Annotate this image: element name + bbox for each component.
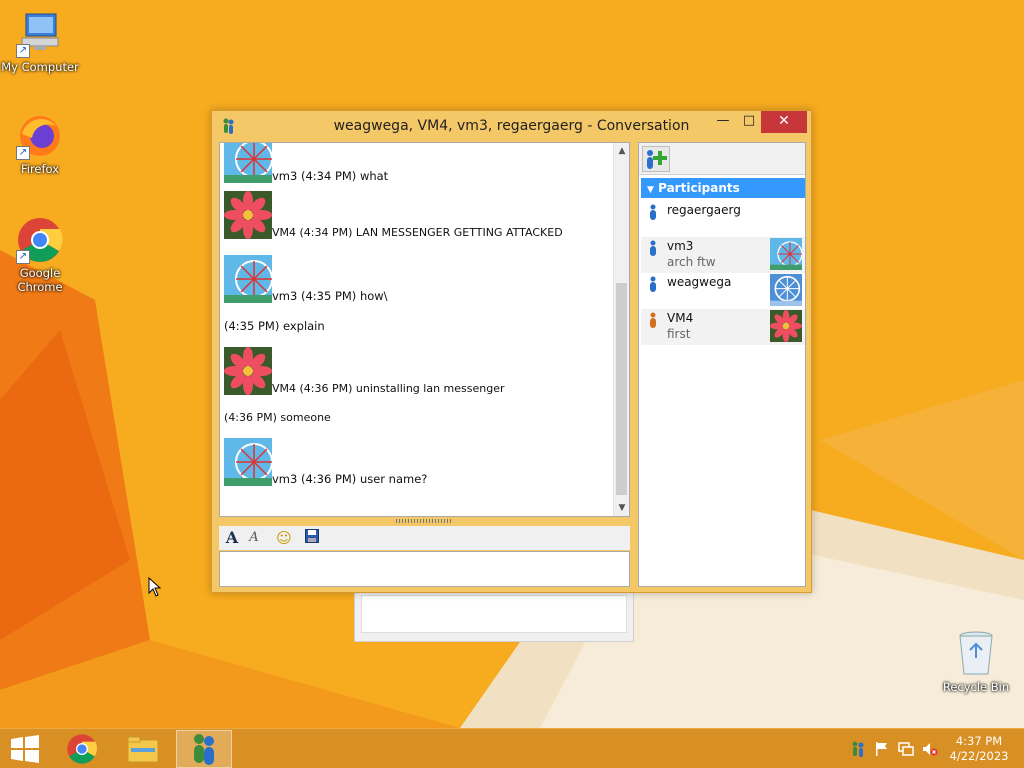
message-row: vm3 (4:36 PM) user name? xyxy=(224,438,427,486)
scrollbar-thumb[interactable] xyxy=(616,283,627,495)
chat-history[interactable]: vm3 (4:34 PM) what VM4 (4:34 PM) LAN MES… xyxy=(219,142,630,517)
message-text: VM4 (4:34 PM) LAN MESSENGER GETTING ATTA… xyxy=(272,226,563,239)
start-button[interactable] xyxy=(0,730,56,768)
participant-note: first xyxy=(667,327,691,341)
chrome-icon: ↗ xyxy=(16,216,64,264)
message-input[interactable] xyxy=(219,551,630,587)
participant-vm3[interactable]: vm3 arch ftw xyxy=(641,237,805,273)
participant-avatar xyxy=(770,274,802,306)
desktop-icon-recycle-bin[interactable]: Recycle Bin xyxy=(940,630,1012,694)
user-status-icon xyxy=(650,276,656,292)
save-button[interactable] xyxy=(303,529,321,547)
minimize-button[interactable]: — xyxy=(710,111,736,133)
folder-icon xyxy=(127,736,159,763)
add-participant-button[interactable] xyxy=(642,146,670,172)
desktop-icon-firefox[interactable]: ↗ Firefox xyxy=(0,112,80,176)
font-button[interactable]: A xyxy=(223,529,241,547)
desktop-icon-label: Firefox xyxy=(20,162,60,176)
splitter-handle[interactable] xyxy=(396,519,452,523)
taskbar-chrome[interactable] xyxy=(56,730,112,768)
message-continuation: (4:35 PM) explain xyxy=(224,319,325,333)
message-row: VM4 (4:36 PM) uninstalling lan messenger xyxy=(224,347,505,395)
taskbar: 4:37 PM 4/22/2023 xyxy=(0,728,1024,768)
avatar-ferris-wheel xyxy=(224,438,272,486)
user-status-icon xyxy=(650,312,656,328)
avatar-flower xyxy=(224,347,272,395)
message-row: VM4 (4:34 PM) LAN MESSENGER GETTING ATTA… xyxy=(224,191,563,239)
network-icon[interactable] xyxy=(898,741,914,757)
taskbar-file-explorer[interactable] xyxy=(116,730,172,768)
avatar-ferris-wheel xyxy=(224,143,272,183)
participant-avatar xyxy=(770,238,802,270)
save-icon xyxy=(305,529,319,543)
desktop-icon-label: Google Chrome xyxy=(17,266,63,294)
chat-scrollbar[interactable]: ▲ ▼ xyxy=(613,143,629,516)
lan-messenger-icon xyxy=(194,734,214,765)
participant-regaergaerg[interactable]: regaergaerg xyxy=(641,201,805,237)
firefox-icon: ↗ xyxy=(16,112,64,160)
background-window-content xyxy=(361,595,627,633)
participant-vm4[interactable]: VM4 first xyxy=(641,309,805,345)
participants-header-label: Participants xyxy=(658,181,740,195)
participant-avatar xyxy=(770,310,802,342)
scroll-up-icon[interactable]: ▲ xyxy=(614,143,629,159)
shortcut-arrow-icon: ↗ xyxy=(16,44,30,58)
message-row: vm3 (4:35 PM) how\ xyxy=(224,255,388,303)
user-status-icon xyxy=(650,204,656,220)
message-text: vm3 (4:34 PM) what xyxy=(272,169,389,183)
shortcut-arrow-icon: ↗ xyxy=(16,250,30,264)
desktop-icon-label: My Computer xyxy=(1,60,79,74)
message-row: vm3 (4:34 PM) what xyxy=(224,143,389,183)
scroll-down-icon[interactable]: ▼ xyxy=(614,500,629,516)
message-continuation: (4:36 PM) someone xyxy=(224,411,331,424)
message-text: VM4 (4:36 PM) uninstalling lan messenger xyxy=(272,382,505,395)
participants-pane: ▼ Participants regaergaerg vm3 arch ftw … xyxy=(638,142,806,587)
desktop-icon-my-computer[interactable]: ↗ My Computer xyxy=(0,10,80,74)
emoticon-button[interactable]: ☺ xyxy=(275,529,293,547)
conversation-window: weagwega, VM4, vm3, regaergaerg - Conver… xyxy=(211,110,812,593)
participant-name: vm3 xyxy=(667,239,694,253)
mouse-cursor-icon xyxy=(148,577,162,597)
computer-icon: ↗ xyxy=(16,10,64,58)
format-toolbar: A A ☺ xyxy=(219,526,630,550)
clock-date: 4/22/2023 xyxy=(949,749,1009,763)
participant-name: VM4 xyxy=(667,311,694,325)
background-window[interactable] xyxy=(354,590,634,642)
collapse-triangle-icon: ▼ xyxy=(647,185,654,195)
participant-note: arch ftw xyxy=(667,255,716,269)
avatar-flower xyxy=(224,191,272,239)
font-color-button[interactable]: A xyxy=(245,529,263,547)
user-status-icon xyxy=(650,240,656,256)
desktop-icon-chrome[interactable]: ↗ Google Chrome xyxy=(0,216,80,294)
chrome-icon xyxy=(67,734,97,764)
maximize-button[interactable]: □ xyxy=(736,111,762,133)
participant-name: weagwega xyxy=(667,275,732,289)
action-center-flag-icon[interactable] xyxy=(874,741,890,757)
participants-toolbar xyxy=(639,143,805,175)
close-button[interactable]: ✕ xyxy=(761,111,807,133)
taskbar-lan-messenger[interactable] xyxy=(176,730,232,768)
avatar-ferris-wheel xyxy=(224,255,272,303)
recycle-bin-label: Recycle Bin xyxy=(942,680,1010,694)
participant-weagwega[interactable]: weagwega xyxy=(641,273,805,309)
message-text: vm3 (4:35 PM) how\ xyxy=(272,289,388,303)
windows-icon xyxy=(11,735,39,763)
lan-messenger-tray-icon[interactable] xyxy=(850,741,866,757)
add-user-icon xyxy=(647,150,667,169)
participants-header[interactable]: ▼ Participants xyxy=(641,178,805,198)
shortcut-arrow-icon: ↗ xyxy=(16,146,30,160)
window-titlebar[interactable]: weagwega, VM4, vm3, regaergaerg - Conver… xyxy=(212,111,811,141)
recycle-bin-icon xyxy=(959,631,993,675)
system-clock[interactable]: 4:37 PM 4/22/2023 xyxy=(944,734,1014,764)
clock-time: 4:37 PM xyxy=(955,734,1003,748)
volume-muted-icon[interactable] xyxy=(922,741,938,757)
participant-name: regaergaerg xyxy=(667,203,741,217)
message-text: vm3 (4:36 PM) user name? xyxy=(272,472,428,486)
